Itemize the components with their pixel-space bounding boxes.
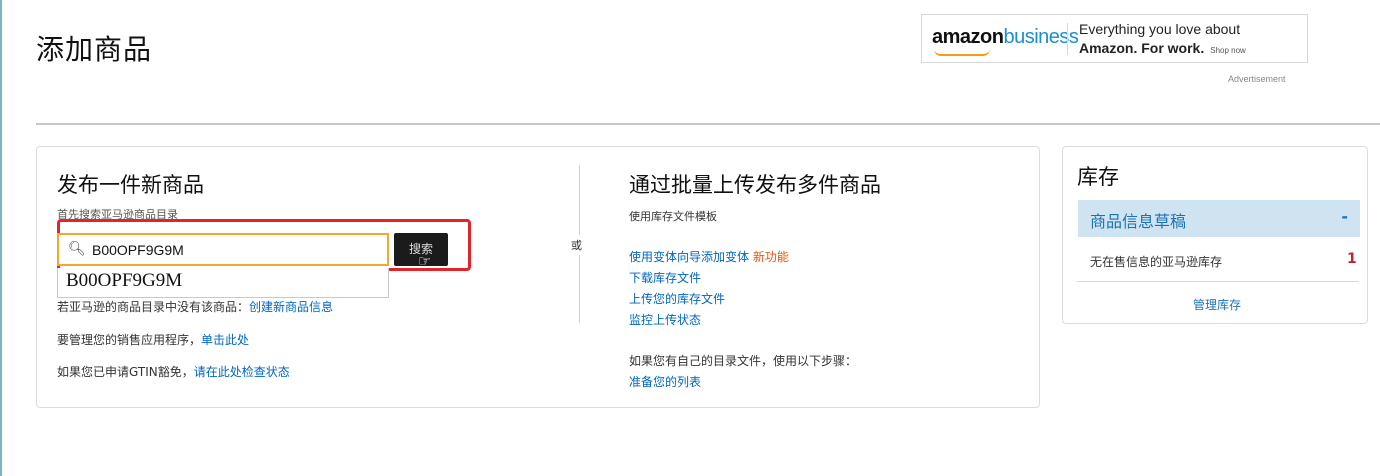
page-title: 添加商品 [36, 33, 153, 66]
gtin-status-link[interactable]: 请在此处检查状态 [194, 365, 290, 379]
download-inventory-link[interactable]: 下载库存文件 [629, 271, 701, 285]
variation-wizard-line: 使用变体向导添加变体 新功能 [629, 248, 789, 265]
amazon-business-logo: amazonbusiness [932, 26, 1079, 48]
ad-tagline: Everything you love about Amazon. For wo… [1079, 21, 1246, 56]
bulk-hint: 使用库存文件模板 [629, 210, 717, 223]
inventory-title: 库存 [1077, 165, 1119, 189]
no-listing-inventory-count[interactable]: 1 [1347, 251, 1357, 267]
click-here-link[interactable]: 单击此处 [201, 333, 249, 347]
window-left-edge [0, 0, 2, 476]
bulk-upload-title: 通过批量上传发布多件商品 [629, 173, 881, 197]
ad-shop-link[interactable]: Shop now [1210, 46, 1246, 55]
manage-apps-line: 要管理您的销售应用程序，单击此处 [57, 333, 250, 347]
header-rule [36, 123, 1380, 125]
new-feature-badge: 新功能 [752, 250, 789, 264]
inventory-panel: 库存 商品信息草稿 - 无在售信息的亚马逊库存 1 管理库存 [1062, 146, 1368, 324]
no-listing-inventory-label: 无在售信息的亚马逊库存 [1090, 255, 1223, 269]
monitor-upload-link[interactable]: 监控上传状态 [629, 313, 701, 327]
search-suggestion[interactable]: B00OPF9G9M [57, 268, 389, 298]
ad-divider [1067, 23, 1068, 55]
search-icon: 🔍︎ [68, 241, 86, 257]
create-listing-line: 若亚马逊的商品目录中没有该商品：创建新商品信息 [57, 300, 334, 314]
or-label: 或 [571, 235, 582, 255]
gtin-line: 如果您已申请GTIN豁免，请在此处检查状态 [57, 365, 290, 379]
search-button[interactable]: 搜索 ☞ [394, 233, 448, 270]
hand-cursor-icon: ☞ [418, 252, 432, 270]
upload-inventory-link[interactable]: 上传您的库存文件 [629, 292, 725, 306]
create-listing-link[interactable]: 创建新商品信息 [249, 300, 333, 314]
amazon-smile-icon [934, 49, 990, 56]
inventory-separator [1077, 281, 1359, 282]
single-listing-title: 发布一件新商品 [57, 173, 204, 197]
ad-label: Advertisement [1228, 74, 1286, 84]
add-product-panel: 发布一件新商品 首先搜索亚马逊商品目录 🔍︎ B00OPF9G9M 搜索 ☞ B… [36, 146, 1040, 408]
catalog-search-input[interactable]: 🔍︎ B00OPF9G9M [57, 233, 389, 266]
listing-drafts-row[interactable]: 商品信息草稿 - [1078, 200, 1360, 237]
manage-inventory-link[interactable]: 管理库存 [1193, 296, 1241, 313]
own-catalog-text: 如果您有自己的目录文件，使用以下步骤： [629, 354, 858, 368]
collapse-icon[interactable]: - [1341, 207, 1348, 226]
variation-wizard-link[interactable]: 使用变体向导添加变体 [629, 250, 749, 264]
advertisement-banner[interactable]: amazonbusiness Everything you love about… [921, 14, 1308, 63]
prepare-list-link[interactable]: 准备您的列表 [629, 375, 701, 389]
